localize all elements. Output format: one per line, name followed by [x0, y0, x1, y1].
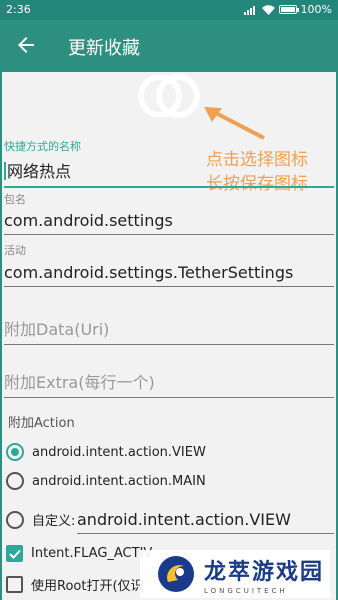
radio-button-selected[interactable]: [6, 443, 24, 461]
flag-activity-checkbox-row[interactable]: Intent.FLAG_ACTIV: [6, 545, 152, 562]
radio-action-custom[interactable]: 自定义:: [6, 510, 75, 529]
watermark-title: 龙萃游戏园: [204, 559, 325, 585]
radio-action-view-label: android.intent.action.VIEW: [32, 444, 206, 460]
text-cursor: [4, 162, 6, 180]
extra-placeholder: 附加Extra(每行一个): [4, 373, 155, 392]
checkbox[interactable]: [6, 576, 23, 593]
root-open-checkbox-row[interactable]: 使用Root打开(仅识: [6, 575, 144, 594]
battery-percent: 100%: [300, 3, 332, 16]
custom-action-field[interactable]: android.intent.action.VIEW: [77, 510, 334, 534]
page-title: 更新收藏: [68, 38, 140, 59]
extra-field[interactable]: 附加Extra(每行一个): [4, 369, 334, 398]
battery-level-fill: [280, 7, 295, 12]
battery-icon: [278, 5, 299, 14]
watermark: 龙萃游戏园 LONGCUITECH: [140, 550, 330, 598]
data-uri-field[interactable]: 附加Data(Uri): [4, 316, 334, 345]
radio-dot: [11, 448, 19, 456]
radio-button[interactable]: [6, 510, 24, 529]
check-icon: [8, 549, 21, 559]
root-open-label: 使用Root打开(仅识: [31, 579, 144, 594]
radio-action-main-label: android.intent.action.MAIN: [32, 473, 206, 489]
activity-field[interactable]: com.android.settings.TetherSettings: [4, 263, 334, 287]
watermark-logo-icon: [158, 556, 194, 592]
package-label: 包名: [4, 193, 26, 206]
signal-icon: [243, 5, 255, 15]
shortcut-name-label: 快捷方式的名称: [4, 140, 81, 153]
checkbox-checked[interactable]: [6, 545, 23, 562]
activity-label: 活动: [4, 244, 26, 257]
hint-arrow-icon: [204, 107, 265, 140]
shortcut-name-field[interactable]: 网络热点: [4, 158, 334, 188]
data-uri-placeholder: 附加Data(Uri): [4, 320, 110, 339]
status-bar: 2:36 100%: [0, 0, 338, 20]
status-time: 2:36: [6, 3, 31, 16]
radio-action-main[interactable]: android.intent.action.MAIN: [6, 472, 206, 490]
radio-button[interactable]: [6, 472, 24, 490]
package-value: com.android.settings: [4, 211, 173, 230]
shortcut-icon[interactable]: [128, 72, 208, 120]
activity-value: com.android.settings.TetherSettings: [4, 263, 294, 282]
app-bar: 更新收藏: [0, 20, 338, 72]
radio-action-view[interactable]: android.intent.action.VIEW: [6, 443, 206, 461]
watermark-subtitle: LONGCUITECH: [204, 586, 288, 595]
package-field[interactable]: com.android.settings: [4, 211, 334, 235]
flag-activity-label: Intent.FLAG_ACTIV: [31, 546, 153, 561]
back-arrow-icon[interactable]: [14, 33, 38, 57]
shortcut-name-value: 网络热点: [7, 162, 72, 181]
action-section-label: 附加Action: [8, 416, 75, 431]
status-icons: 100%: [243, 3, 332, 16]
custom-action-value: android.intent.action.VIEW: [77, 510, 291, 529]
wifi-icon: [261, 4, 275, 15]
radio-custom-label: 自定义:: [32, 514, 76, 529]
